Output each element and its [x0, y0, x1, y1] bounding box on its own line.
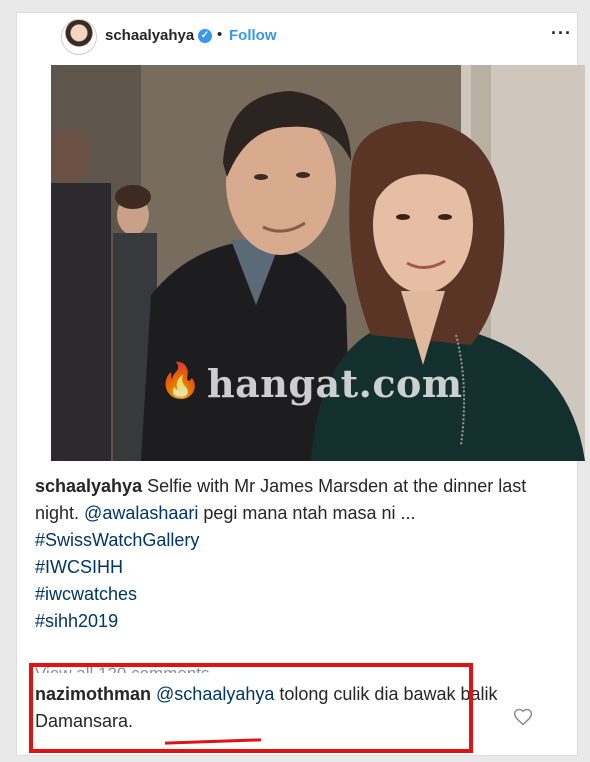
comment-mention[interactable]: @schaalyahya [156, 684, 274, 704]
hashtag[interactable]: #sihh2019 [35, 611, 118, 631]
post-username[interactable]: schaalyahya [105, 27, 194, 44]
selfie-photo-illustration [51, 65, 585, 461]
hashtag[interactable]: #IWCSIHH [35, 557, 123, 577]
post-caption: schaalyahya Selfie with Mr James Marsden… [35, 473, 555, 635]
caption-text-continued: pegi mana ntah masa ni ... [198, 503, 416, 523]
post-header: schaalyahya ✓ • Follow ··· [17, 13, 577, 61]
user-avatar[interactable] [61, 19, 97, 55]
hashtag[interactable]: #SwissWatchGallery [35, 530, 199, 550]
comment: nazimothman @schaalyahya tolong culik di… [35, 681, 525, 735]
caption-username[interactable]: schaalyahya [35, 476, 142, 496]
like-heart-icon[interactable] [513, 707, 533, 727]
follow-button[interactable]: Follow [229, 27, 277, 44]
more-options-icon[interactable]: ··· [551, 23, 572, 44]
underline-annotation [164, 738, 262, 745]
view-all-comments-link[interactable]: View all 120 comments [35, 659, 210, 673]
verified-badge-icon: ✓ [198, 29, 212, 43]
caption-mention[interactable]: @awalashaari [84, 503, 198, 523]
hashtag[interactable]: #iwcwatches [35, 584, 137, 604]
comment-username[interactable]: nazimothman [35, 684, 151, 704]
header-separator: • [217, 26, 223, 43]
post-photo[interactable]: 🔥 hangat.com [51, 65, 585, 461]
instagram-post-card: schaalyahya ✓ • Follow ··· 🔥 hangat.com … [16, 12, 585, 756]
